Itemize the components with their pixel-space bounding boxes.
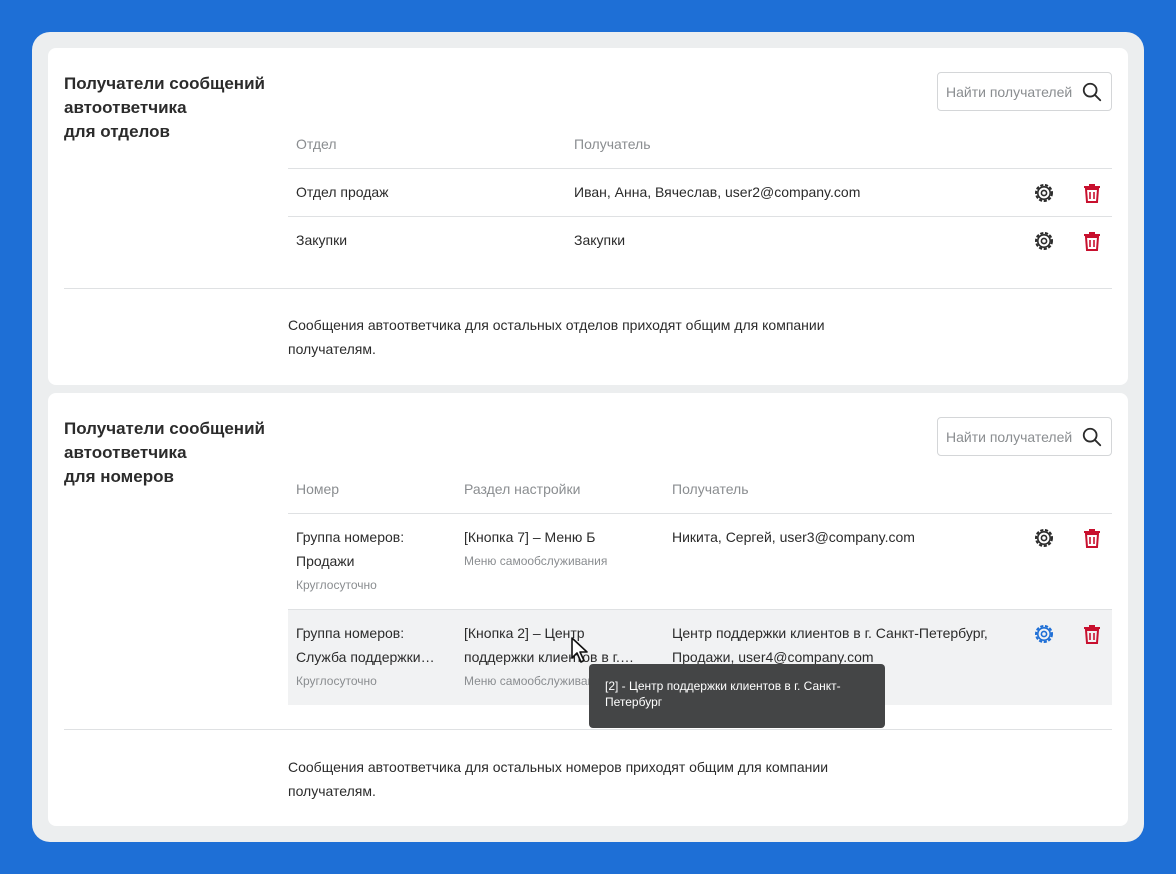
section-type: Меню самообслуживания (464, 674, 608, 688)
department-name: Закупки (296, 232, 348, 248)
app-frame: Получатели сообщений автоответчика для о… (32, 32, 1144, 842)
trash-icon[interactable] (1080, 622, 1104, 646)
table-row[interactable]: Отдел продаж Иван, Анна, Вячеслав, user2… (288, 169, 1112, 217)
section-type: Меню самообслуживания (464, 554, 608, 568)
numbers-note: Сообщения автоответчика для остальных но… (288, 759, 829, 799)
recipient-list: Закупки (574, 232, 626, 248)
gear-icon[interactable] (1032, 229, 1056, 253)
departments-search[interactable] (937, 72, 1112, 111)
section-tooltip: [2] - Центр поддержки клиентов в г. Санк… (589, 664, 885, 728)
gear-icon[interactable] (1032, 526, 1056, 550)
number-schedule: Круглосуточно (296, 674, 377, 688)
recipient-list: Иван, Анна, Вячеслав, user2@company.com (574, 184, 861, 200)
column-header-department: Отдел (296, 136, 337, 152)
column-header-section: Раздел настройки (464, 481, 581, 497)
section-name: [Кнопка 7] – Меню Б (464, 529, 596, 545)
department-name: Отдел продаж (296, 184, 389, 200)
trash-icon[interactable] (1080, 526, 1104, 550)
departments-table: Отдел Получатель Отдел продаж Иван, Анна… (288, 120, 1112, 265)
trash-icon[interactable] (1080, 229, 1104, 253)
departments-note: Сообщения автоответчика для остальных от… (288, 317, 825, 357)
table-row[interactable]: Закупки Закупки (288, 217, 1112, 265)
gear-icon[interactable] (1032, 181, 1056, 205)
numbers-search[interactable] (937, 417, 1112, 456)
departments-search-input[interactable] (946, 83, 1076, 100)
section-name: [Кнопка 2] – Центр поддержки клиентов в … (464, 625, 634, 665)
mouse-pointer-icon (571, 637, 588, 663)
numbers-search-input[interactable] (946, 428, 1076, 445)
search-icon[interactable] (1081, 426, 1103, 448)
column-header-recipient: Получатель (574, 136, 651, 152)
divider (64, 729, 1112, 730)
divider (64, 288, 1112, 289)
number-group: Группа номеров: Продажи (296, 529, 405, 569)
departments-title: Получатели сообщений автоответчика для о… (64, 74, 265, 141)
numbers-card: Получатели сообщений автоответчика для н… (48, 393, 1128, 826)
recipient-list: Центр поддержки клиентов в г. Санкт-Пете… (672, 625, 988, 665)
table-row[interactable]: Группа номеров: Продажи Круглосуточно [К… (288, 514, 1112, 610)
recipient-list: Никита, Сергей, user3@company.com (672, 529, 915, 545)
column-header-recipient: Получатель (672, 481, 749, 497)
number-group: Группа номеров: Служба поддержки… (296, 625, 435, 665)
gear-icon[interactable] (1032, 622, 1056, 646)
table-header: Номер Раздел настройки Получатель (288, 465, 1112, 514)
column-header-number: Номер (296, 481, 340, 497)
search-icon[interactable] (1081, 81, 1103, 103)
number-schedule: Круглосуточно (296, 578, 377, 592)
departments-card: Получатели сообщений автоответчика для о… (48, 48, 1128, 385)
numbers-title: Получатели сообщений автоответчика для н… (64, 419, 265, 486)
trash-icon[interactable] (1080, 181, 1104, 205)
table-header: Отдел Получатель (288, 120, 1112, 169)
